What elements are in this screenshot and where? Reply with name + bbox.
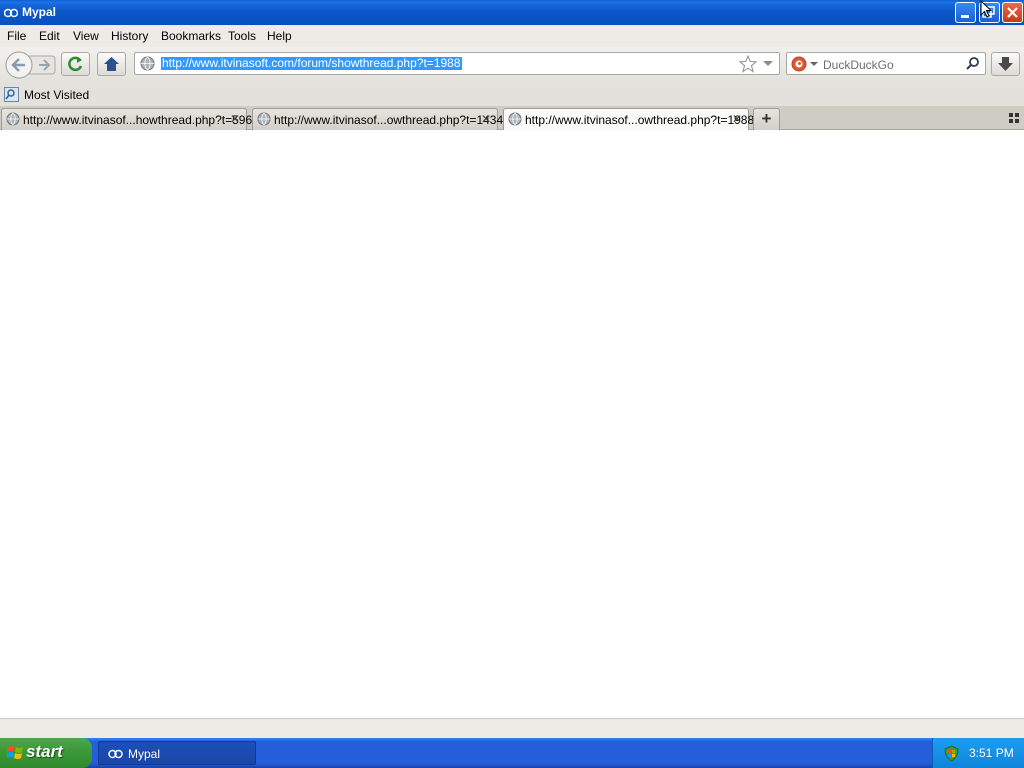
downloads-button[interactable] [991,52,1020,76]
close-button[interactable] [1002,2,1023,23]
tab-strip: http://www.itvinasof...howthread.php?t=5… [0,106,1024,131]
search-placeholder: DuckDuckGo [823,58,894,72]
menu-history[interactable]: History [111,29,148,43]
page-content[interactable] [0,130,1024,718]
mouse-cursor-icon [980,0,993,18]
window-title: Mypal [22,5,57,19]
navigation-toolbar: http://www.itvinasoft.com/forum/showthre… [0,47,1024,83]
menu-bookmarks[interactable]: Bookmarks [161,29,221,43]
taskbar-item-label: Mypal [128,747,161,761]
tab-close-icon[interactable]: ✕ [230,112,240,126]
reload-icon [68,56,83,72]
close-icon [1007,7,1018,18]
tab-2[interactable]: http://www.itvinasof...owthread.php?t=14… [252,108,503,130]
menu-tools[interactable]: Tools [228,29,256,43]
tab-label: http://www.itvinasof...owthread.php?t=14… [274,113,504,127]
taskbar-item-mypal[interactable]: Mypal [98,741,256,765]
new-tab-button[interactable]: + [753,108,780,130]
tab-1[interactable]: http://www.itvinasof...howthread.php?t=5… [1,108,252,130]
search-bar[interactable]: DuckDuckGo [786,52,986,75]
mypal-logo-icon [4,8,18,18]
menu-view[interactable]: View [73,29,99,43]
download-arrow-icon [998,57,1013,71]
url-dropdown-icon[interactable] [762,60,774,68]
menu-help[interactable]: Help [267,29,292,43]
globe-icon [508,112,522,126]
tab-3-active[interactable]: http://www.itvinasof...owthread.php?t=19… [503,108,754,131]
menu-edit[interactable]: Edit [39,29,60,43]
back-forward-group [5,51,57,79]
home-button[interactable] [97,52,126,76]
url-text[interactable]: http://www.itvinasoft.com/forum/showthre… [161,57,462,70]
globe-icon [140,56,155,71]
mypal-logo-icon [108,749,123,759]
taskbar: start Mypal 3:51 PM [0,738,1024,768]
tab-label: http://www.itvinasof...howthread.php?t=5… [23,113,253,127]
list-all-tabs-icon[interactable] [1009,113,1019,123]
clock: 3:51 PM [969,746,1014,760]
bookmarks-toolbar: Most Visited [0,83,1024,106]
system-tray: 3:51 PM [932,738,1024,768]
forward-arrow-icon[interactable] [37,58,53,72]
most-visited-icon [4,87,19,102]
menu-bar: File Edit View History Bookmarks Tools H… [0,25,1024,47]
duckduckgo-icon[interactable] [791,56,807,72]
most-visited-bookmark[interactable]: Most Visited [24,88,89,102]
back-arrow-icon[interactable] [9,55,29,75]
start-button[interactable]: start [0,738,92,768]
security-shield-icon[interactable] [943,745,960,762]
title-bar[interactable]: Mypal [0,0,1024,25]
start-label: start [26,742,63,761]
reload-button[interactable] [61,52,90,76]
tab-close-icon[interactable]: ✕ [732,112,742,126]
globe-icon [257,112,271,126]
tab-label: http://www.itvinasof...owthread.php?t=19… [525,113,755,127]
home-icon [104,57,119,71]
minimize-icon [961,15,969,18]
search-engine-dropdown-icon[interactable] [810,62,818,67]
url-bar[interactable]: http://www.itvinasoft.com/forum/showthre… [134,52,780,75]
minimize-button[interactable] [955,2,976,23]
status-bar [0,718,1024,738]
bookmark-star-icon[interactable] [739,55,757,73]
globe-icon [6,112,20,126]
plus-icon: + [761,109,772,128]
search-icon[interactable] [965,56,980,71]
menu-file[interactable]: File [7,29,26,43]
tab-close-icon[interactable]: ✕ [481,112,491,126]
windows-logo-icon [7,746,23,759]
